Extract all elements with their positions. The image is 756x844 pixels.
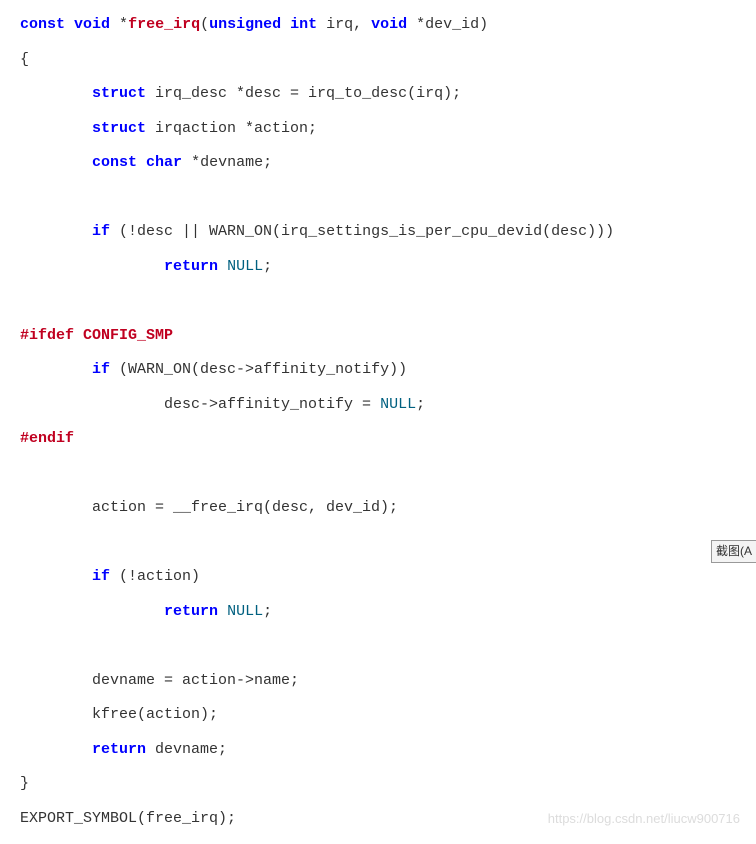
preproc-ifdef: #ifdef CONFIG_SMP [20,327,173,344]
keyword-if: if [92,361,110,378]
keyword-struct: struct [92,85,146,102]
keyword-void: void [74,16,110,33]
code-line: struct irqaction *action; [20,120,317,137]
null-literal: NULL [227,603,263,620]
null-literal: NULL [380,396,416,413]
code-line: } [20,775,29,792]
code-line: { [20,51,29,68]
keyword-struct: struct [92,120,146,137]
code-line: return devname; [20,741,227,758]
code-block: const void *free_irq(unsigned int irq, v… [20,8,736,836]
keyword-unsigned: unsigned [209,16,281,33]
code-line: return NULL; [20,258,272,275]
code-line: if (!action) [20,568,200,585]
code-line: kfree(action); [20,706,218,723]
code-line: desc->affinity_notify = NULL; [20,396,425,413]
keyword-char: char [146,154,182,171]
keyword-return: return [164,603,218,620]
preproc-endif: #endif [20,430,74,447]
code-line: const void *free_irq(unsigned int irq, v… [20,16,488,33]
keyword-if: if [92,223,110,240]
code-line: if (!desc || WARN_ON(irq_settings_is_per… [20,223,614,240]
keyword-return: return [164,258,218,275]
null-literal: NULL [227,258,263,275]
keyword-void: void [371,16,407,33]
keyword-const: const [92,154,137,171]
screenshot-tool-tab[interactable]: 截图(A [711,540,756,563]
keyword-if: if [92,568,110,585]
code-line: if (WARN_ON(desc->affinity_notify)) [20,361,407,378]
code-line: EXPORT_SYMBOL(free_irq); [20,810,236,827]
keyword-const: const [20,16,65,33]
function-name: free_irq [128,16,200,33]
keyword-return: return [92,741,146,758]
code-line: const char *devname; [20,154,272,171]
code-line: struct irq_desc *desc = irq_to_desc(irq)… [20,85,461,102]
keyword-int: int [290,16,317,33]
code-line: return NULL; [20,603,272,620]
code-line: devname = action->name; [20,672,299,689]
code-line: action = __free_irq(desc, dev_id); [20,499,398,516]
